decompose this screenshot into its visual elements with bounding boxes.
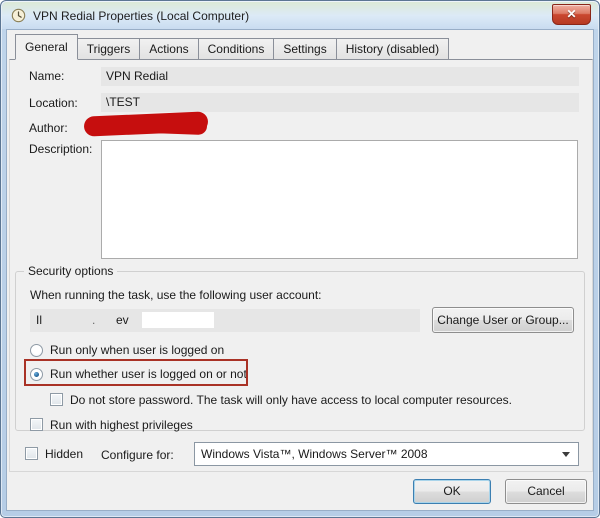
name-field: VPN Redial [101, 67, 579, 86]
location-label: Location: [29, 96, 78, 110]
location-field: \TEST [101, 93, 579, 112]
close-button[interactable]: ✕ [552, 4, 591, 25]
configure-for-dropdown[interactable]: Windows Vista™, Windows Server™ 2008 [194, 442, 579, 466]
user-account-fragment: . [92, 309, 95, 332]
checkbox-run-highest-privileges-label[interactable]: Run with highest privileges [50, 418, 193, 432]
name-label: Name: [29, 69, 64, 83]
user-account-field: Il . ev [30, 309, 420, 332]
radio-run-only-when-logged-on[interactable] [30, 344, 43, 357]
user-account-erased-area [142, 312, 214, 328]
configure-for-label: Configure for: [101, 448, 174, 462]
user-account-fragment: Il [36, 309, 42, 332]
author-redaction-scribble [149, 116, 208, 135]
checkbox-hidden[interactable] [25, 447, 38, 460]
checkbox-run-highest-privileges[interactable] [30, 418, 43, 431]
task-scheduler-clock-icon [11, 8, 26, 23]
checkbox-hidden-label[interactable]: Hidden [45, 447, 83, 461]
radio-run-whether-logged-on-or-not[interactable] [30, 368, 43, 381]
author-label: Author: [29, 121, 68, 135]
tab-triggers[interactable]: Triggers [77, 38, 141, 59]
user-account-fragment: ev [116, 309, 129, 332]
security-options-group: Security options When running the task, … [15, 271, 585, 431]
description-textarea[interactable] [101, 140, 578, 259]
configure-for-value: Windows Vista™, Windows Server™ 2008 [201, 447, 428, 461]
tab-strip: General Triggers Actions Conditions Sett… [15, 34, 449, 59]
radio-run-only-when-logged-on-label[interactable]: Run only when user is logged on [50, 343, 224, 357]
close-icon: ✕ [566, 7, 576, 21]
change-user-or-group-button[interactable]: Change User or Group... [432, 307, 574, 333]
title-bar[interactable]: VPN Redial Properties (Local Computer) ✕ [2, 2, 598, 29]
tab-general[interactable]: General [15, 34, 78, 60]
cancel-button[interactable]: Cancel [505, 479, 587, 504]
description-label: Description: [29, 142, 92, 156]
tab-settings[interactable]: Settings [273, 38, 336, 59]
security-options-legend: Security options [24, 264, 117, 278]
account-instruction-label: When running the task, use the following… [30, 288, 322, 302]
checkbox-do-not-store-password-label[interactable]: Do not store password. The task will onl… [70, 393, 512, 407]
ok-button[interactable]: OK [413, 479, 491, 504]
checkbox-do-not-store-password[interactable] [50, 393, 63, 406]
tab-history[interactable]: History (disabled) [336, 38, 449, 59]
tab-actions[interactable]: Actions [139, 38, 198, 59]
window-title: VPN Redial Properties (Local Computer) [33, 9, 249, 23]
radio-run-whether-logged-on-or-not-label[interactable]: Run whether user is logged on or not [50, 367, 247, 381]
window-frame: VPN Redial Properties (Local Computer) ✕… [0, 0, 600, 518]
tab-conditions[interactable]: Conditions [198, 38, 275, 59]
chevron-down-icon [562, 452, 570, 457]
